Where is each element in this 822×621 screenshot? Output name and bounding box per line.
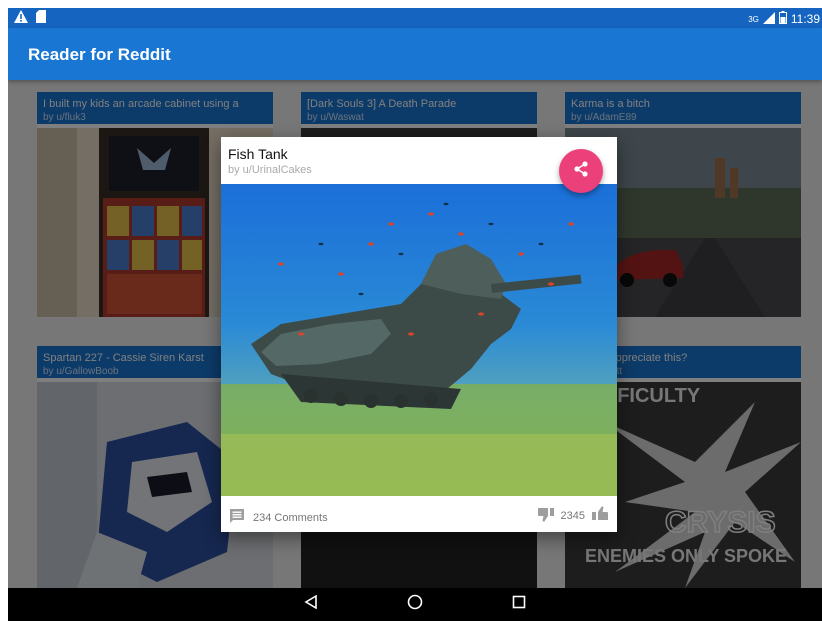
home-icon [407, 594, 423, 615]
comments-button[interactable]: 234 Comments [229, 508, 328, 527]
status-bar: 3G 11:39 [8, 8, 822, 28]
back-icon [304, 594, 318, 614]
recents-button[interactable] [507, 593, 531, 617]
app-bar: Reader for Reddit [8, 28, 822, 80]
post-preview-dialog: Fish Tank by u/UrinalCakes 234 Comments … [221, 137, 617, 532]
sd-card-icon [36, 10, 46, 26]
thumb-up-icon[interactable] [591, 506, 609, 525]
thumb-down-icon[interactable] [537, 506, 555, 525]
share-button[interactable] [559, 149, 603, 193]
vote-score: 2345 [560, 509, 585, 522]
share-icon [572, 160, 590, 183]
app-title: Reader for Reddit [28, 45, 171, 64]
post-image[interactable] [221, 184, 617, 496]
vote-controls: 2345 [537, 506, 609, 525]
system-nav-bar [8, 588, 822, 621]
comment-icon [229, 508, 245, 527]
warning-icon [14, 10, 28, 26]
network-type: 3G [748, 14, 759, 24]
home-button[interactable] [403, 593, 427, 617]
device-screen: 3G 11:39 Reader for Reddit I built my ki… [8, 8, 822, 621]
dialog-footer: 234 Comments 2345 [221, 498, 617, 532]
dialog-post-author[interactable]: by u/UrinalCakes [228, 164, 312, 176]
back-button[interactable] [299, 593, 323, 617]
status-time: 11:39 [790, 12, 820, 26]
recents-icon [512, 595, 526, 614]
battery-icon [778, 11, 787, 27]
comments-count: 234 Comments [253, 511, 328, 524]
dialog-post-title: Fish Tank [228, 146, 288, 162]
signal-icon [762, 11, 775, 27]
